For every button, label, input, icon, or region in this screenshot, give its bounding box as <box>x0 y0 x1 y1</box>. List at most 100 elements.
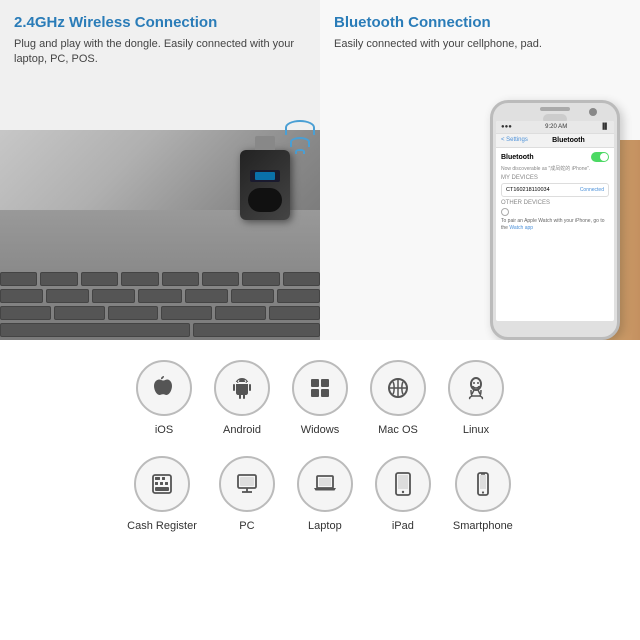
wifi-signal <box>285 120 315 156</box>
screen-status-bar: ●●● 9:20 AM ▐▌ <box>496 121 614 134</box>
icon-label-cashregister: Cash Register <box>127 520 197 532</box>
icon-item-windows: Widows <box>292 360 348 436</box>
key <box>215 306 266 320</box>
icon-circle-smartphone <box>455 456 511 512</box>
other-devices-label: OTHER DEVICES <box>501 200 609 206</box>
key <box>0 272 37 286</box>
apple-icon <box>150 374 178 402</box>
dongle-container <box>240 150 290 220</box>
bt-label: Bluetooth <box>501 154 534 161</box>
phone-camera <box>589 108 597 116</box>
right-title: Bluetooth Connection <box>334 14 626 31</box>
key <box>269 306 320 320</box>
icon-circle-cashregister <box>134 456 190 512</box>
key <box>81 272 118 286</box>
icon-label-ios: iOS <box>155 424 173 436</box>
cashregister-icon <box>148 470 176 498</box>
key <box>108 306 159 320</box>
nav-title: Bluetooth <box>552 137 585 144</box>
key <box>162 272 199 286</box>
screen-nav: < Settings Bluetooth <box>496 134 614 148</box>
key <box>40 272 77 286</box>
screen-time: 9:20 AM <box>545 124 567 130</box>
icon-circle-android <box>214 360 270 416</box>
phone-screen: ●●● 9:20 AM ▐▌ < Settings Bluetooth Blue… <box>496 121 614 321</box>
key <box>161 306 212 320</box>
os-icons-grid: iOS Android Widows <box>20 360 620 436</box>
key <box>138 289 181 303</box>
right-panel: Bluetooth Connection Easily connected wi… <box>320 0 640 340</box>
icon-item-linux: Linux <box>448 360 504 436</box>
dongle <box>240 150 290 220</box>
bt-subtitle: Now discoverable as "成凤蛇的 iPhone". <box>501 165 609 172</box>
icon-item-ipad: iPad <box>375 456 431 532</box>
key <box>202 272 239 286</box>
icon-circle-laptop <box>297 456 353 512</box>
linux-icon <box>462 374 490 402</box>
bottom-section: iOS Android Widows <box>0 340 640 640</box>
icon-label-smartphone: Smartphone <box>453 520 513 532</box>
bt-other-row <box>501 208 609 216</box>
key <box>54 306 105 320</box>
smartphone-icon <box>469 470 497 498</box>
key <box>283 272 320 286</box>
key <box>277 289 320 303</box>
wifi-arc-medium <box>290 137 310 147</box>
my-devices-label: MY DEVICES <box>501 175 609 181</box>
dongle-display <box>255 172 275 180</box>
bt-device-row: CT160218110034 Connected <box>501 183 609 197</box>
watch-link[interactable]: Watch app <box>509 225 533 231</box>
icon-label-macos: Mac OS <box>378 424 418 436</box>
icon-circle-linux <box>448 360 504 416</box>
key <box>0 323 190 337</box>
ipad-icon <box>389 470 417 498</box>
icon-circle-windows <box>292 360 348 416</box>
screen-content: Bluetooth Now discoverable as "成凤蛇的 iPho… <box>496 148 614 236</box>
bt-toggle[interactable] <box>591 152 609 162</box>
key <box>231 289 274 303</box>
pc-icon <box>233 470 261 498</box>
icon-label-linux: Linux <box>463 424 489 436</box>
bt-device-name: CT160218110034 <box>506 187 550 193</box>
wifi-arc-large <box>285 120 315 135</box>
key <box>121 272 158 286</box>
phone-container: ●●● 9:20 AM ▐▌ < Settings Bluetooth Blue… <box>490 100 620 340</box>
icon-item-smartphone: Smartphone <box>453 456 513 532</box>
key <box>92 289 135 303</box>
right-desc: Easily connected with your cellphone, pa… <box>334 37 626 52</box>
back-button[interactable]: < Settings <box>501 137 528 144</box>
icon-item-android: Android <box>214 360 270 436</box>
icon-label-windows: Widows <box>301 424 340 436</box>
icon-circle-ios <box>136 360 192 416</box>
windows-icon <box>306 374 334 402</box>
bt-other-circle <box>501 208 509 216</box>
icon-label-ipad: iPad <box>392 520 414 532</box>
key <box>193 323 320 337</box>
battery-icon: ▐▌ <box>600 124 609 130</box>
left-panel: 2.4GHz Wireless Connection Plug and play… <box>0 0 320 340</box>
icon-item-ios: iOS <box>136 360 192 436</box>
macos-icon <box>384 374 412 402</box>
icon-label-pc: PC <box>239 520 254 532</box>
icon-item-cashregister: Cash Register <box>127 456 197 532</box>
dongle-usb <box>255 136 275 150</box>
key <box>185 289 228 303</box>
left-desc: Plug and play with the dongle. Easily co… <box>14 37 306 68</box>
icon-item-pc: PC <box>219 456 275 532</box>
icon-label-android: Android <box>223 424 261 436</box>
laptop-icon <box>311 470 339 498</box>
icon-circle-ipad <box>375 456 431 512</box>
icon-item-macos: Mac OS <box>370 360 426 436</box>
wifi-arc-small <box>295 149 305 154</box>
device-icons-grid: Cash Register PC <box>20 456 620 532</box>
key <box>0 306 51 320</box>
icon-label-laptop: Laptop <box>308 520 342 532</box>
key <box>242 272 279 286</box>
dongle-sensor <box>248 188 282 212</box>
signal-icon: ●●● <box>501 124 512 130</box>
keyboard <box>0 210 320 340</box>
icon-item-laptop: Laptop <box>297 456 353 532</box>
key <box>0 289 43 303</box>
icon-circle-pc <box>219 456 275 512</box>
bt-device-status: Connected <box>580 187 604 193</box>
